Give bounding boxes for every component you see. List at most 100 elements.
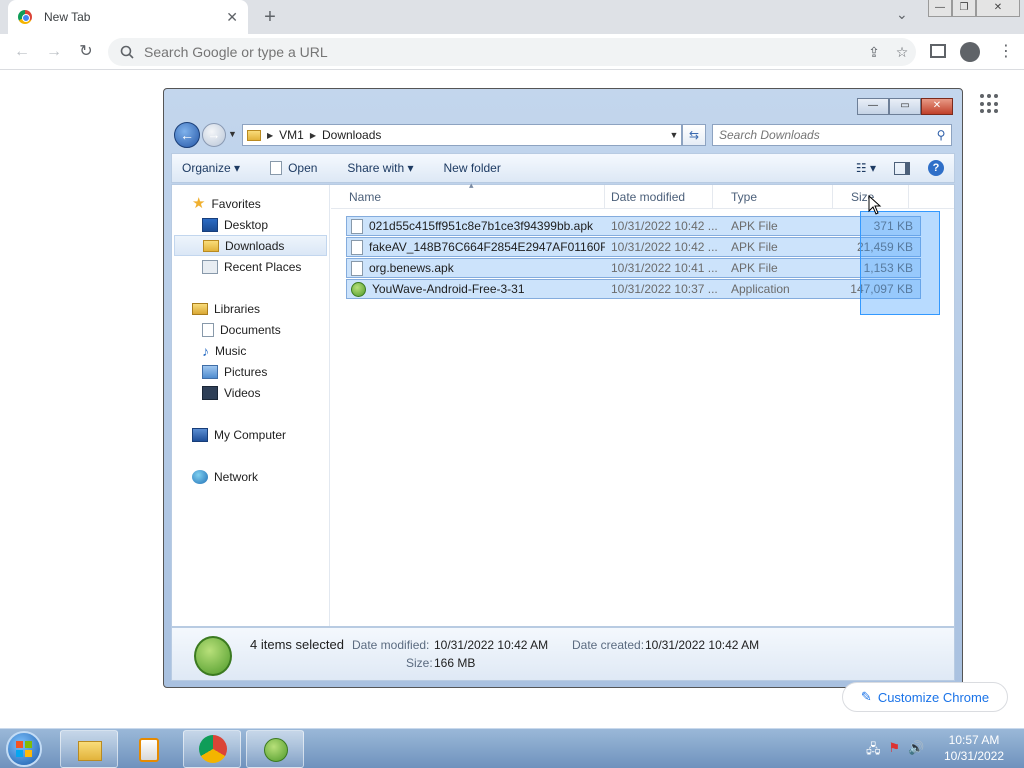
explorer-close-button[interactable]: ✕ [921,98,953,115]
column-header-type[interactable]: Type [713,185,833,209]
preview-pane-icon[interactable] [894,161,910,175]
explorer-back-button[interactable]: ← [174,122,200,148]
tab-title: New Tab [44,10,91,24]
view-controls: ☷ ▾ ? [856,160,954,176]
customize-chrome-button[interactable]: ✎ Customize Chrome [842,682,1008,712]
kebab-menu-icon[interactable]: ⋮ [998,42,1014,62]
forward-button[interactable]: → [42,40,66,64]
videos-icon [202,385,218,400]
start-button[interactable] [6,731,42,767]
nav-desktop-label: Desktop [224,217,269,232]
file-name: fakeAV_148B76C664F2854E2947AF01160F... [369,240,605,254]
nav-recent-places[interactable]: Recent Places [172,256,329,277]
nav-recent-places-label: Recent Places [224,259,302,274]
browser-close-button[interactable]: ✕ [976,0,1020,17]
history-dropdown-icon[interactable]: ▼ [228,129,237,139]
android-app-icon [194,636,232,676]
volume-icon[interactable]: 🔊 [908,740,924,762]
action-center-flag-icon[interactable]: ⚑ [889,740,901,762]
new-tab-button[interactable]: + [258,4,282,30]
column-header-name[interactable]: Name [331,185,605,209]
taskbar-clock[interactable]: 10:57 AM 10/31/2022 [936,732,1012,764]
tab-close-icon[interactable]: ✕ [226,9,238,26]
taskbar-chrome-button[interactable] [183,730,241,768]
documents-icon [202,322,214,337]
search-icon [120,45,134,59]
search-box[interactable]: ⚲ [712,124,952,146]
column-header-date-modified[interactable]: Date modified [593,185,713,209]
change-view-icon[interactable]: ☷ ▾ [856,161,876,175]
address-bar[interactable]: ▶ VM1 ▶ Downloads ▼ [242,124,682,146]
taskbar-explorer-button[interactable] [60,730,118,768]
nav-my-computer[interactable]: My Computer [172,424,329,445]
windows-logo-icon [16,741,32,757]
file-date: 10/31/2022 10:42 ... [611,240,718,254]
date-created-label: Date created: [572,638,645,652]
file-icon [351,218,363,234]
nav-network-label: Network [214,469,259,484]
bookmark-star-icon[interactable]: ☆ [888,44,916,61]
nav-music[interactable]: ♪ Music [172,340,329,361]
taskbar-android-app-button[interactable] [246,730,304,768]
back-button[interactable]: ← [10,40,34,64]
file-type: APK File [731,261,778,275]
side-panel-icon[interactable] [930,44,946,58]
google-apps-icon[interactable] [980,94,1000,114]
chrome-icon [199,735,227,763]
omnibox[interactable]: ⇪ ☆ [108,38,916,66]
file-name: 021d55c415ff951c8e7b1ce3f94399bb.apk [369,219,593,233]
pictures-icon [202,364,218,379]
browser-restore-button[interactable]: ❐ [952,0,976,17]
breadcrumb-downloads[interactable]: Downloads [322,128,381,142]
date-modified-label: Date modified: [352,638,430,652]
organize-button[interactable]: Organize ▾ [182,161,240,175]
browser-minimize-button[interactable]: — [928,0,952,17]
explorer-maximize-button[interactable]: ▭ [889,98,921,115]
refresh-icon[interactable]: ⇆ [682,124,706,146]
explorer-forward-button[interactable]: → [202,123,226,147]
explorer-minimize-button[interactable]: — [857,98,889,115]
nav-downloads-label: Downloads [225,238,285,253]
nav-network[interactable]: Network [172,466,329,487]
open-button[interactable]: Open [270,161,317,175]
nav-documents[interactable]: Documents [172,319,329,340]
size-label: Size: [406,656,433,670]
nav-videos[interactable]: Videos [172,382,329,403]
nav-pictures[interactable]: Pictures [172,361,329,382]
nav-downloads[interactable]: Downloads [174,235,327,256]
file-row[interactable]: fakeAV_148B76C664F2854E2947AF01160F... 1… [346,237,921,257]
file-name: org.benews.apk [369,261,454,275]
taskbar-media-player-button[interactable] [121,730,179,768]
nav-libraries[interactable]: Libraries [172,298,329,319]
file-row[interactable]: org.benews.apk 10/31/2022 10:41 ... APK … [346,258,921,278]
open-label: Open [288,161,318,175]
profile-avatar-icon[interactable] [960,42,980,62]
sort-up-icon: ▴ [469,180,474,190]
breadcrumb-separator-icon[interactable]: ▶ [310,131,316,140]
breadcrumb-vm1[interactable]: VM1 [279,128,304,142]
tab-new-tab[interactable]: New Tab ✕ [8,0,248,34]
pencil-icon: ✎ [860,689,872,704]
network-status-icon[interactable]: 🖧 [866,740,881,762]
size-value: 166 MB [434,656,476,670]
breadcrumb-separator-icon[interactable]: ▶ [267,131,273,140]
omnibox-input[interactable] [144,44,860,60]
details-pane: 4 items selected Date modified: 10/31/20… [171,627,955,681]
share-with-button[interactable]: Share with ▾ [347,161,413,175]
reload-button[interactable]: ↻ [74,40,98,64]
help-icon[interactable]: ? [928,160,944,176]
selected-count: 4 items selected [250,637,344,652]
address-dropdown-icon[interactable]: ▼ [667,130,681,140]
explorer-window-controls: — ▭ ✕ [857,98,953,115]
search-input[interactable] [719,128,931,142]
nav-desktop[interactable]: Desktop [172,214,329,235]
nav-favorites[interactable]: ★ Favorites [172,193,329,214]
tab-search-chevron-icon[interactable]: ⌄ [896,6,908,23]
share-icon[interactable]: ⇪ [860,44,888,61]
nav-libraries-label: Libraries [214,301,261,316]
new-folder-button[interactable]: New folder [443,161,500,175]
file-row[interactable]: 021d55c415ff951c8e7b1ce3f94399bb.apk 10/… [346,216,921,236]
file-icon [351,260,363,276]
file-row[interactable]: YouWave-Android-Free-3-31 10/31/2022 10:… [346,279,921,299]
selection-marquee [860,211,940,315]
